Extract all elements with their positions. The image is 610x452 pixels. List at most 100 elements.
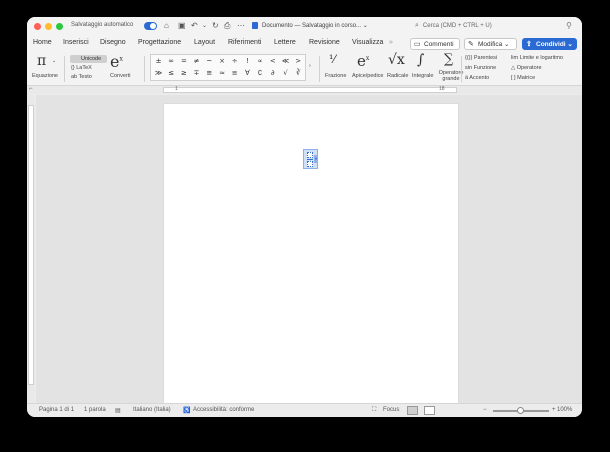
symbol-button[interactable]: ≫ [153,68,164,79]
tab-stop-selector-icon[interactable]: ⌐ [29,86,33,92]
bracket-button[interactable]: {()} Parentesi [465,55,497,61]
symbol-button[interactable]: ~ [204,56,215,67]
close-window-button[interactable] [34,23,41,30]
limit-icon: lim [511,55,519,61]
symbol-button[interactable]: ≅ [204,68,215,79]
symbol-button[interactable]: ∛ [293,68,304,79]
ribbon-divider [319,56,320,82]
format-text-option[interactable]: ab Testo [71,74,92,80]
tab-visualizza[interactable]: Visualizza [352,39,383,46]
symbol-button[interactable]: × [217,56,228,67]
zoom-out-icon[interactable]: − [483,407,487,413]
accent-button[interactable]: ä Accento [465,75,489,81]
operator-button[interactable]: △ Operatore [511,65,542,71]
denominator-slot[interactable] [307,161,313,167]
autosave-toggle[interactable] [144,22,157,30]
web-layout-view-button[interactable] [424,406,435,415]
matrix-label: Matrice [517,75,536,81]
symbol-button[interactable]: ≪ [280,56,291,67]
radical-label: Radicale [387,73,409,79]
tab-progettazione[interactable]: Progettazione [138,39,181,46]
more-commands-icon[interactable]: ⋯ [237,21,245,31]
symbol-button[interactable]: ∁ [255,68,266,79]
undo-dropdown-icon[interactable]: ⌄ [202,21,207,31]
zoom-in-icon[interactable]: + [552,407,556,413]
symbol-button[interactable]: ≠ [191,56,202,67]
script-label: Apice/pedice [352,73,384,79]
accessibility-icon: ♿ [183,408,191,414]
convert-label: Converti [110,73,131,79]
symbol-gallery-expand-icon[interactable]: › [309,63,311,69]
share-button[interactable]: ⇪ Condividi ⌄ [522,38,577,50]
symbol-button[interactable]: √ [280,68,291,79]
comments-button[interactable]: ▭ Commenti [410,38,460,50]
symbol-button[interactable]: > [293,56,304,67]
tab-disegno[interactable]: Disegno [100,39,126,46]
document-title[interactable]: Documento — Salvataggio in corso... ⌄ [262,22,368,29]
undo-icon[interactable]: ↶ [191,21,198,31]
tab-riferimenti[interactable]: Riferimenti [228,39,261,46]
zoom-level[interactable]: 100% [557,407,572,413]
symbol-button[interactable]: ± [153,56,164,67]
page-count[interactable]: Pagina 1 di 1 [39,407,74,413]
format-unicode-option[interactable]: Unicode [70,55,107,63]
numerator-slot[interactable] [307,152,313,158]
language-indicator[interactable]: Italiano (Italia) [133,407,171,413]
redo-icon[interactable]: ↻ [212,21,219,31]
document-canvas: ▾ [36,95,582,404]
limit-log-button[interactable]: lim Limite e logaritmo [511,55,563,61]
people-icon[interactable]: ⚲ [566,21,572,30]
focus-button[interactable]: Focus [383,407,399,413]
search-input[interactable]: ⌕ Cerca (CMD + CTRL + U) [415,20,555,32]
symbol-button[interactable]: ≈ [217,68,228,79]
tab-home[interactable]: Home [33,39,52,46]
search-placeholder: Cerca (CMD + CTRL + U) [422,23,492,29]
home-icon[interactable]: ⌂ [164,21,169,31]
accessibility-status[interactable]: Accessibilità: conforme [193,407,254,413]
horizontal-ruler[interactable]: ⌐ 1 18 [27,86,582,94]
zoom-slider[interactable] [493,407,549,414]
symbol-button[interactable]: ∀ [242,68,253,79]
ribbon-tabs: Home Inserisci Disegno Progettazione Lay… [27,36,582,53]
equation-placeholder[interactable]: ▾ [303,149,318,169]
edit-mode-button[interactable]: ✎ Modifica ⌄ [464,38,517,50]
zoom-slider-knob[interactable] [517,407,524,414]
tabs-overflow-icon[interactable]: » [389,39,393,46]
pi-icon: π [37,53,47,69]
symbol-button[interactable]: ∂ [267,68,278,79]
equation-options-icon[interactable]: ▾ [314,155,318,163]
vertical-ruler-track [28,105,34,385]
symbol-button[interactable]: ∝ [255,56,266,67]
tab-revisione[interactable]: Revisione [309,39,340,46]
symbol-button[interactable]: ∞ [166,56,177,67]
vertical-ruler[interactable] [27,95,35,403]
zoom-window-button[interactable] [56,23,63,30]
symbol-button[interactable]: ÷ [229,56,240,67]
function-button[interactable]: sin Funzione [465,65,496,71]
symbol-button[interactable]: ∓ [191,68,202,79]
edit-label: Modifica ⌄ [478,41,510,48]
print-icon[interactable]: ⎙ [224,21,230,31]
symbol-button[interactable]: ≤ [166,68,177,79]
symbol-button[interactable]: ≡ [229,68,240,79]
tab-lettere[interactable]: Lettere [274,39,296,46]
matrix-button[interactable]: [ ] Matrice [511,75,535,81]
symbol-button[interactable]: ≥ [178,68,189,79]
minimize-window-button[interactable] [45,23,52,30]
format-latex-option[interactable]: {} LaTeX [71,65,92,71]
proofing-icon[interactable]: ▤ [115,407,121,414]
equation-label: Equazione [32,73,58,79]
tab-layout[interactable]: Layout [194,39,215,46]
ruler-number-start: 1 [175,86,178,92]
comments-label: Commenti [424,41,454,48]
symbol-button[interactable]: < [267,56,278,67]
document-page[interactable]: ▾ [164,104,458,404]
focus-icon: ⛶ [372,407,377,413]
tab-inserisci[interactable]: Inserisci [63,39,89,46]
operator-icon: △ [511,65,516,71]
word-count[interactable]: 1 parola [84,407,106,413]
symbol-button[interactable]: = [178,56,189,67]
print-layout-view-button[interactable] [407,406,418,415]
save-icon[interactable]: ▣ [178,21,186,31]
symbol-button[interactable]: ! [242,56,253,67]
